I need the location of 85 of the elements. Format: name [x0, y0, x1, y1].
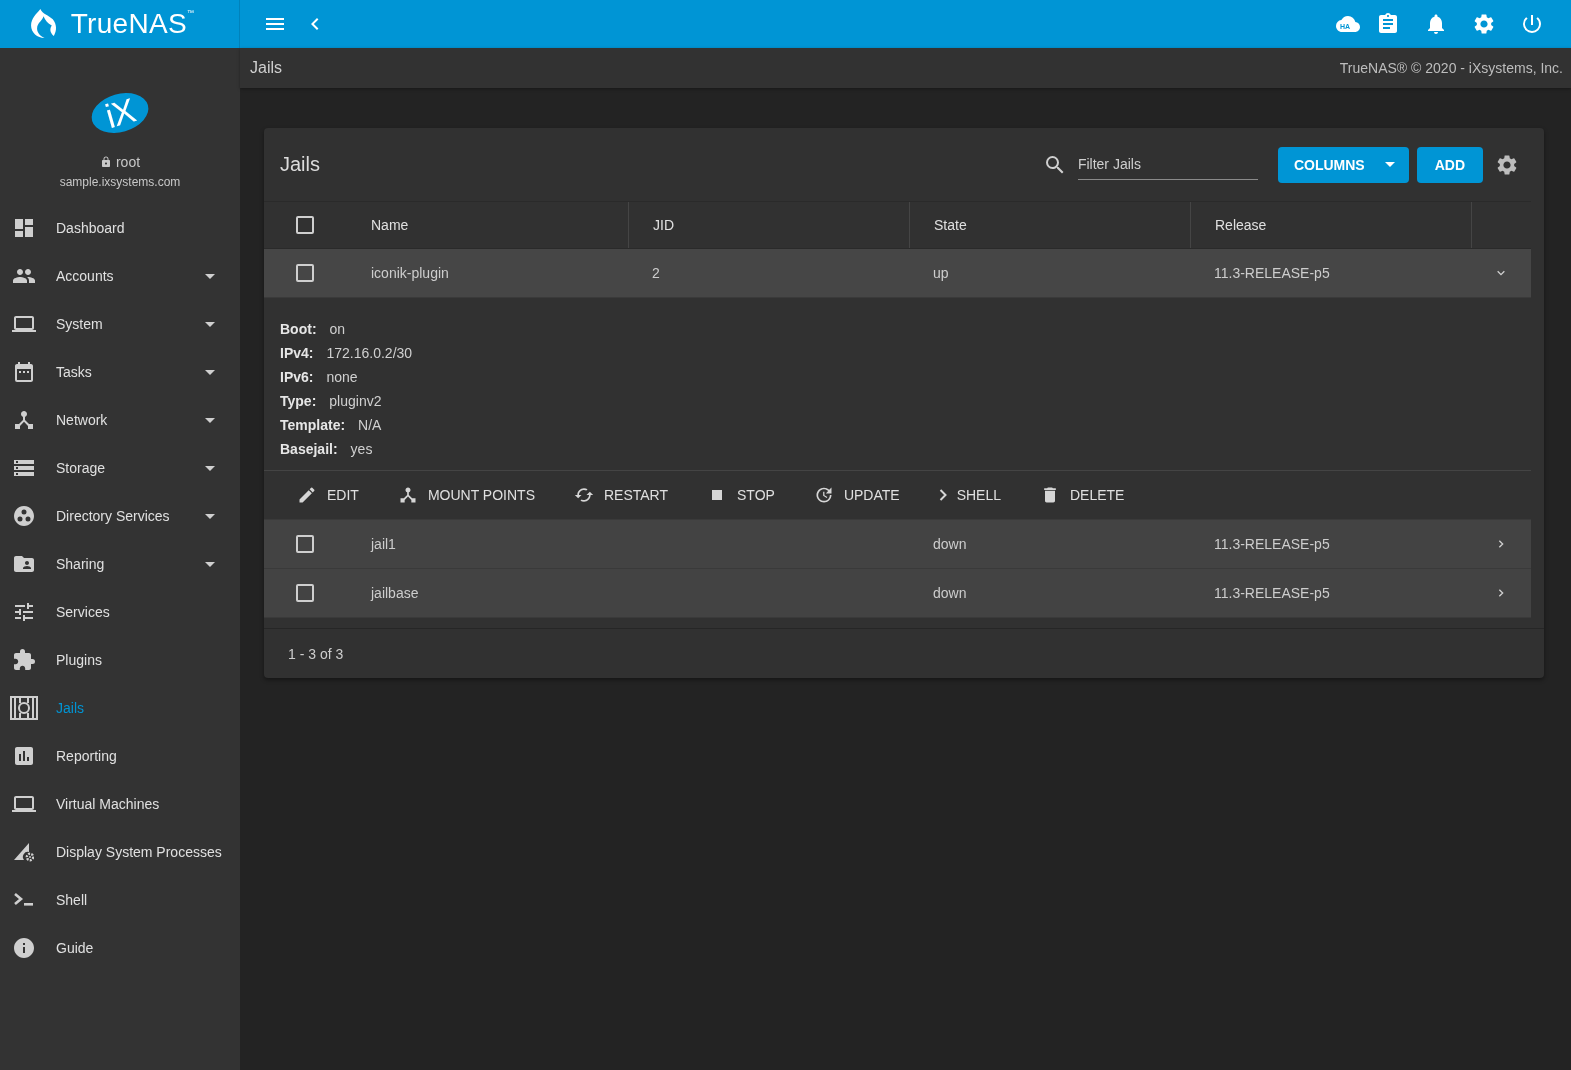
chevron-right-icon[interactable] — [1498, 540, 1504, 548]
sidebar-item[interactable]: Reporting — [0, 732, 240, 780]
field-label: Type: — [280, 393, 317, 409]
field-value: N/A — [358, 417, 382, 433]
sidebar-item[interactable]: System — [0, 300, 240, 348]
table-cell: 11.3-RELEASE-p5 — [1214, 536, 1330, 552]
column-header: Name — [371, 217, 409, 233]
circles-icon — [12, 504, 36, 528]
sidebar-item[interactable]: Network — [0, 396, 240, 444]
table-cell: up — [933, 265, 949, 281]
pencil-icon — [297, 485, 317, 505]
user-name: root — [115, 154, 141, 170]
action-button[interactable]: DELETE — [1024, 477, 1141, 513]
column-header: JID — [653, 217, 674, 233]
sidebar-item[interactable]: Dashboard — [0, 204, 240, 252]
pagination-range: 1 - 3 of 3 — [288, 645, 344, 662]
sidebar-item[interactable]: Shell — [0, 876, 240, 924]
flame-logo-icon — [28, 9, 59, 39]
sidebar-item[interactable]: Tasks — [0, 348, 240, 396]
field-value: on — [329, 321, 346, 337]
field-label: Basejail: — [280, 441, 338, 457]
row-checkbox[interactable] — [296, 264, 314, 282]
caret-icon — [1384, 162, 1395, 167]
lock-icon — [99, 156, 112, 168]
field-label: Boot: — [280, 321, 317, 337]
card-title: Jails — [280, 153, 321, 176]
copyright-text: TrueNAS® © 2020 - iXsystems, Inc. — [1339, 60, 1563, 76]
sidebar-item[interactable]: Display System Processes — [0, 828, 240, 876]
table-cell: 11.3-RELEASE-p5 — [1214, 585, 1330, 601]
hostname: sample.ixsystems.com — [59, 174, 181, 190]
table-cell: 2 — [652, 265, 660, 281]
sidebar-item[interactable]: Sharing — [0, 540, 240, 588]
row-checkbox[interactable] — [296, 535, 314, 553]
page-title: Jails — [250, 59, 282, 77]
field-value: 172.16.0.2/30 — [326, 345, 413, 361]
table-cell: jailbase — [371, 585, 419, 601]
action-button[interactable]: UPDATE — [797, 477, 916, 513]
table-cell: jail1 — [371, 536, 396, 552]
sync-icon — [573, 485, 594, 505]
brand-logo-text: TrueNAS$^{™}$ — [70, 10, 195, 38]
hub-icon — [12, 408, 36, 432]
field-value: pluginv2 — [329, 393, 382, 409]
settings-icon[interactable] — [1495, 152, 1519, 177]
dashboard-icon — [12, 216, 36, 240]
action-button[interactable]: SHELL — [922, 477, 1017, 513]
sidebar-item[interactable]: Directory Services — [0, 492, 240, 540]
row-checkbox[interactable] — [296, 584, 314, 602]
field-label: Template: — [280, 417, 346, 433]
table-cell: down — [933, 585, 967, 601]
sidebar-item[interactable]: Plugins — [0, 636, 240, 684]
action-button[interactable]: STOP — [691, 477, 791, 513]
select-all-checkbox[interactable] — [296, 216, 314, 234]
sidebar-item[interactable]: Guide — [0, 924, 240, 972]
field-label: IPv4: — [280, 345, 314, 361]
sidebar-item[interactable]: Services — [0, 588, 240, 636]
table-cell: iconik-plugin — [371, 265, 449, 281]
chevron-right-icon — [938, 489, 947, 501]
chevron-down-icon[interactable] — [1497, 270, 1505, 276]
info-icon — [12, 936, 36, 960]
sidebar-item[interactable]: Jails — [0, 684, 240, 732]
settings-icon[interactable] — [1472, 12, 1496, 36]
sidebar-item[interactable]: Virtual Machines — [0, 780, 240, 828]
action-button[interactable]: RESTART — [557, 477, 684, 513]
sliders-icon — [12, 600, 36, 624]
column-header: Release — [1215, 217, 1267, 233]
terminal-prompt-icon — [14, 893, 34, 907]
calendar-icon — [12, 360, 36, 384]
power-icon[interactable] — [1520, 12, 1544, 36]
sidebar-item[interactable]: Storage — [0, 444, 240, 492]
field-value: none — [326, 369, 358, 385]
triangle-gear-icon — [14, 842, 34, 862]
action-button[interactable]: MOUNT POINTS — [381, 477, 551, 513]
field-value: yes — [350, 441, 373, 457]
field-label: IPv6: — [280, 369, 314, 385]
table-cell: down — [933, 536, 967, 552]
sidebar-item[interactable]: Accounts — [0, 252, 240, 300]
table-cell: 11.3-RELEASE-p5 — [1214, 265, 1330, 281]
bar-chart-icon — [12, 744, 36, 768]
column-header: State — [934, 217, 967, 233]
clipboard-icon[interactable] — [1376, 12, 1400, 36]
search-field[interactable]: Filter Jails — [1077, 149, 1258, 180]
chevron-right-icon[interactable] — [1498, 589, 1504, 597]
jail-cell-icon — [10, 696, 38, 720]
puzzle-icon — [12, 648, 36, 672]
action-button[interactable]: EDIT — [281, 477, 375, 513]
